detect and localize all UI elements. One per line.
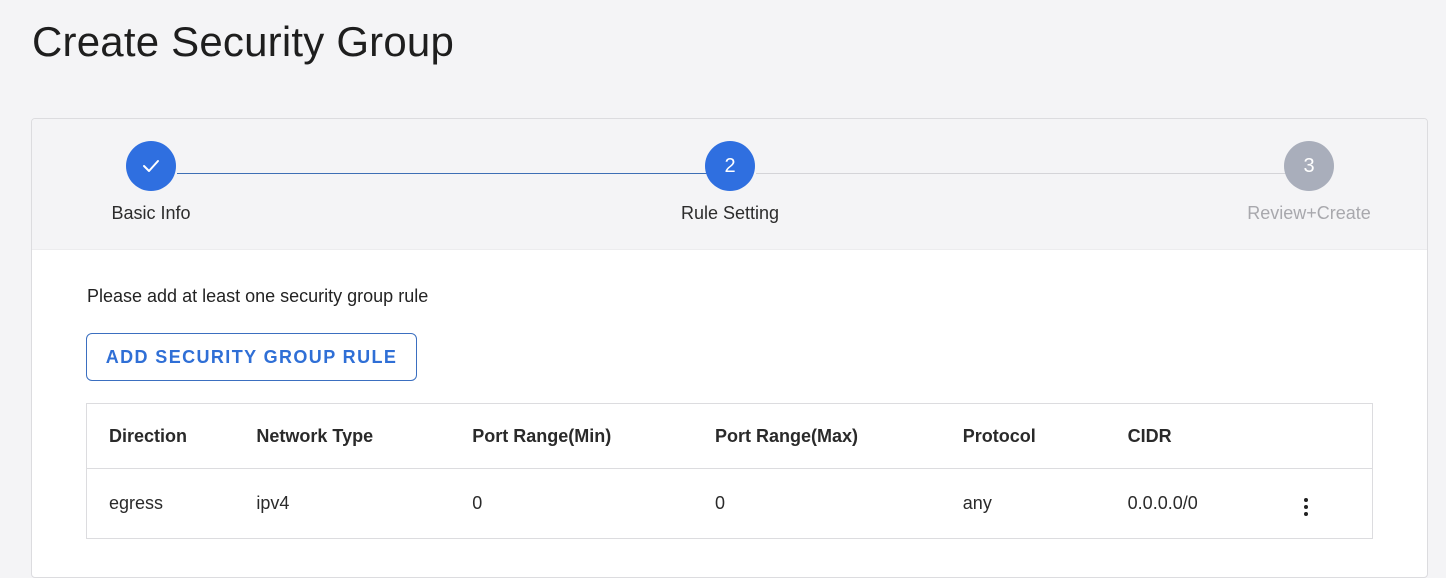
column-header-network-type: Network Type [256,425,374,446]
add-security-group-rule-button[interactable]: ADD SECURITY GROUP RULE [86,333,417,381]
column-header-port-range-max: Port Range(Max) [715,425,859,446]
column-header-protocol: Protocol [962,425,1036,446]
page-title: Create Security Group [32,18,455,65]
column-header-actions [1288,404,1373,469]
table-header-row: Direction Network Type Port Range(Min) P… [86,404,1373,469]
cell-network-type: ipv4 [256,493,290,513]
column-header-direction: Direction [109,425,188,446]
stepper: Basic Info 2 Rule Setting 3 Review+Creat… [32,119,1427,250]
column-header-cidr: CIDR [1127,425,1172,446]
cell-direction: egress [109,493,164,513]
step-2-circle: 2 [705,141,755,191]
table-row: egress ipv4 0 0 any 0.0.0.0/0 [87,469,1373,539]
step-1-label: Basic Info [111,203,191,223]
cell-cidr: 0.0.0.0/0 [1127,493,1198,513]
security-rules-table: Direction Network Type Port Range(Min) P… [86,403,1373,539]
cell-port-range-min: 0 [472,493,483,513]
rule-instruction-text: Please add at least one security group r… [87,286,429,306]
step-2-label: Rule Setting [680,203,780,223]
step-1-check-icon [126,141,176,191]
stepper-connector-pending [756,173,1286,174]
column-header-port-range-min: Port Range(Min) [472,425,612,446]
cell-port-range-max: 0 [715,493,726,513]
cell-protocol: any [962,493,992,513]
step-3-label: Review+Create [1247,203,1371,223]
wizard-card: Basic Info 2 Rule Setting 3 Review+Creat… [31,118,1428,578]
more-vertical-icon[interactable] [1294,493,1318,521]
stepper-connector-completed [177,173,707,174]
step-3-circle: 3 [1284,141,1334,191]
check-icon [143,160,159,172]
cell-row-actions [1288,469,1373,539]
